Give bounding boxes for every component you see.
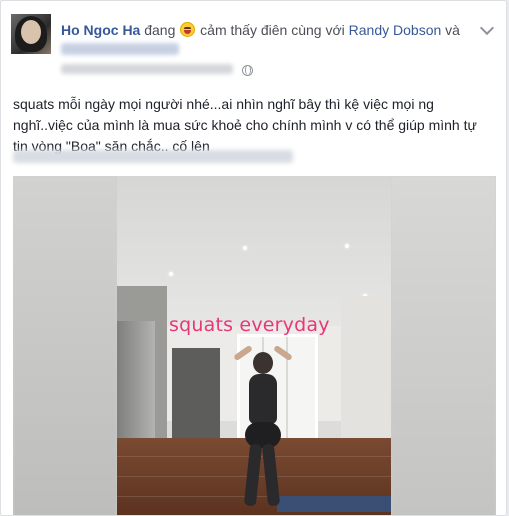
post-header: Ho Ngoc Ha đang cảm thấy điên cùng với R…	[61, 22, 460, 38]
tagged-friend-link[interactable]: Randy Dobson	[349, 22, 442, 38]
blurred-text-line	[13, 150, 293, 163]
feeling-emoji-icon	[180, 22, 196, 37]
post-video[interactable]: squats everyday	[13, 176, 496, 515]
post-body-line: squats mỗi ngày mọi người nhé...ai nhìn …	[13, 96, 434, 112]
video-frame[interactable]: squats everyday	[117, 176, 391, 515]
post-body-line: nghĩ..việc của mình là mua sức khoẻ cho …	[13, 117, 477, 133]
author-avatar[interactable]	[11, 14, 51, 54]
post-body: squats mỗi ngày mọi người nhé...ai nhìn …	[13, 94, 493, 157]
avatar-face	[21, 20, 41, 44]
right-wall	[341, 296, 391, 446]
status-verb: đang	[144, 22, 176, 38]
facebook-post: Ho Ngoc Ha đang cảm thấy điên cùng với R…	[0, 0, 507, 516]
ceiling-light	[345, 244, 349, 248]
chevron-down-icon[interactable]	[479, 20, 495, 36]
person-leg	[243, 443, 263, 507]
blurred-backdrop-right	[391, 176, 496, 515]
wall-mirror	[117, 321, 155, 446]
video-overlay-caption: squats everyday	[169, 314, 330, 336]
person-arm	[233, 344, 253, 362]
conjunction-text: và	[445, 22, 460, 38]
person-leg	[261, 443, 281, 507]
person-hip	[245, 422, 281, 448]
blurred-timestamp	[61, 64, 233, 74]
ceiling-light	[243, 246, 247, 250]
person-head	[253, 352, 273, 374]
person-arm	[273, 344, 293, 362]
ceiling-light	[169, 272, 173, 276]
feeling-text: cảm thấy điên cùng với	[200, 22, 345, 38]
globe-icon[interactable]	[242, 65, 253, 76]
doorway	[172, 348, 220, 438]
blurred-tagged-friend	[61, 43, 179, 55]
blurred-backdrop-left	[13, 176, 117, 515]
person-torso	[249, 374, 277, 424]
exercising-person	[229, 344, 299, 515]
author-name-link[interactable]: Ho Ngoc Ha	[61, 22, 140, 38]
